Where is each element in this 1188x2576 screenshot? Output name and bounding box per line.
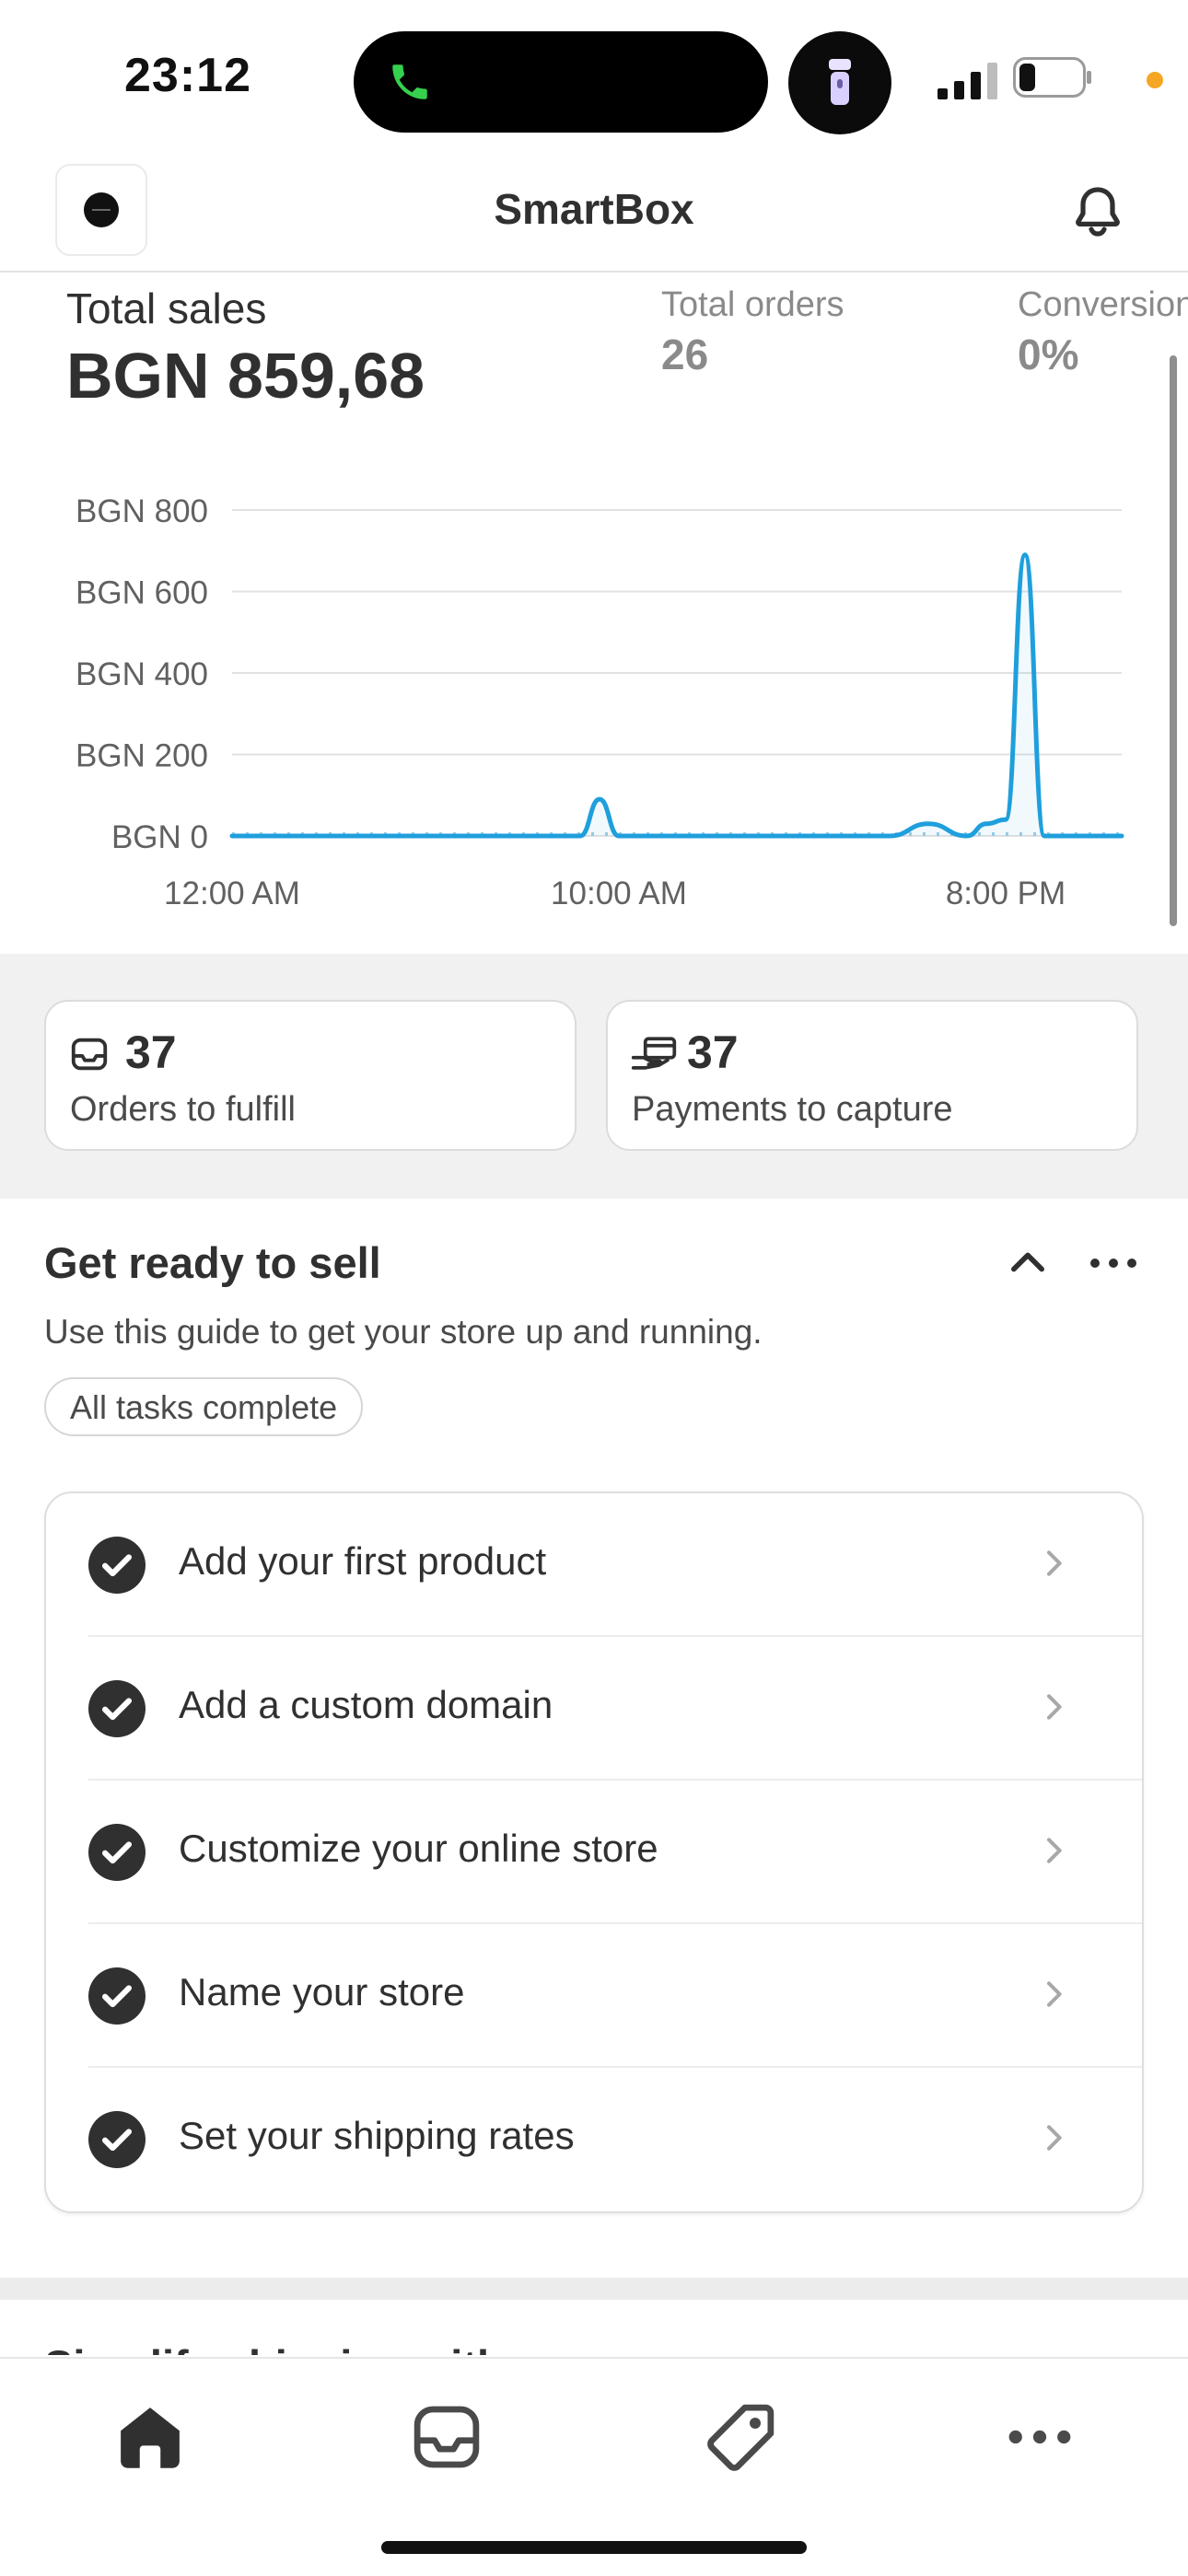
battery-icon	[1013, 57, 1091, 98]
orders-to-fulfill-card[interactable]: 37 Orders to fulfill	[44, 1000, 577, 1151]
dynamic-island[interactable]	[354, 31, 768, 133]
check-circle-icon	[88, 1680, 146, 1737]
chevron-right-icon	[1047, 1694, 1062, 1720]
total-sales-value: BGN 859,68	[66, 340, 425, 412]
task-label: Add a custom domain	[179, 1683, 553, 1726]
total-sales-label: Total sales	[66, 284, 267, 332]
home-icon[interactable]	[109, 2396, 192, 2478]
chevron-right-icon	[1047, 1550, 1062, 1576]
payments-to-capture-label: Payments to capture	[632, 1090, 953, 1129]
more-options-icon[interactable]	[1087, 1247, 1140, 1280]
app-header: SmartBox	[0, 157, 1188, 273]
task-label: Add your first product	[179, 1539, 547, 1583]
sales-overview[interactable]: Total sales BGN 859,68 Total orders 26 C…	[0, 273, 1188, 954]
y-tick-label: BGN 600	[76, 575, 208, 611]
more-icon[interactable]	[998, 2396, 1081, 2478]
tag-icon[interactable]	[700, 2396, 783, 2478]
task-item-customize-online-store[interactable]: Customize your online store	[46, 1781, 1142, 1924]
task-item-add-first-product[interactable]: Add your first product	[46, 1493, 1142, 1637]
check-circle-icon	[88, 1537, 146, 1594]
inbox-icon[interactable]	[405, 2396, 488, 2478]
y-tick-label: BGN 200	[76, 738, 208, 774]
hand-card-icon	[631, 1037, 677, 1070]
setup-guide-section: Get ready to sell Use this guide to get …	[0, 1199, 1188, 2276]
y-tick-label: BGN 400	[76, 656, 208, 692]
task-label: Name your store	[179, 1970, 465, 2013]
task-item-set-shipping-rates[interactable]: Set your shipping rates	[46, 2068, 1142, 2211]
series-area	[232, 554, 1122, 836]
x-tick-label: 8:00 PM	[946, 876, 1066, 911]
orders-to-fulfill-label: Orders to fulfill	[70, 1090, 296, 1129]
bell-icon[interactable]	[1068, 182, 1127, 241]
next-section-title: Simplify shipping with	[44, 2340, 504, 2355]
series-line	[229, 552, 1124, 839]
task-item-name-store[interactable]: Name your store	[46, 1924, 1142, 2068]
check-circle-icon	[88, 2111, 146, 2168]
tasks-status-badge: All tasks complete	[44, 1377, 364, 1436]
total-orders-label: Total orders	[661, 285, 844, 324]
inbox-icon	[71, 1038, 108, 1071]
flashlight-indicator[interactable]	[788, 31, 891, 134]
conversion-label: Conversion	[1018, 285, 1188, 324]
x-tick-label: 10:00 AM	[551, 876, 687, 911]
setup-guide-description: Use this guide to get your store up and …	[44, 1313, 763, 1351]
x-tick-label: 12:00 AM	[164, 876, 300, 911]
chevron-up-icon[interactable]	[1004, 1239, 1052, 1287]
y-tick-label: BGN 800	[76, 493, 208, 529]
chevron-right-icon	[1047, 2125, 1062, 2151]
payments-to-capture-card[interactable]: 37 Payments to capture	[606, 1000, 1138, 1151]
task-label: Customize your online store	[179, 1827, 658, 1870]
section-divider	[0, 2278, 1188, 2300]
status-bar: 23:12	[0, 0, 1188, 157]
check-circle-icon	[88, 1824, 146, 1881]
flashlight-icon	[829, 59, 851, 105]
total-orders-value: 26	[661, 331, 709, 378]
status-time: 23:12	[124, 49, 251, 102]
payments-to-capture-count: 37	[687, 1027, 739, 1078]
y-tick-label: BGN 0	[111, 819, 208, 855]
check-circle-icon	[88, 1967, 146, 2025]
task-item-add-custom-domain[interactable]: Add a custom domain	[46, 1637, 1142, 1781]
privacy-indicator	[1147, 72, 1163, 88]
home-indicator[interactable]	[381, 2541, 807, 2554]
app-title: SmartBox	[494, 185, 694, 233]
vertical-scrollbar[interactable]	[1170, 355, 1177, 926]
task-label: Set your shipping rates	[179, 2114, 575, 2157]
cellular-signal-icon	[938, 63, 997, 99]
conversion-value: 0%	[1018, 331, 1079, 378]
chevron-right-icon	[1047, 1981, 1062, 2007]
phone-call-icon	[392, 64, 427, 99]
summary-cards-section: 37 Orders to fulfill 37 Payments to capt…	[0, 954, 1188, 1199]
task-list: Add your first product Add a custom doma…	[44, 1491, 1144, 2213]
setup-guide-title: Get ready to sell	[44, 1238, 381, 1287]
next-section-peek: Simplify shipping with	[0, 2300, 1188, 2355]
sales-chart[interactable]: BGN 800 BGN 600 BGN 400 BGN 200 BGN 0 12:00 A…	[0, 457, 1188, 935]
chevron-right-icon	[1047, 1838, 1062, 1863]
orders-to-fulfill-count: 37	[125, 1027, 177, 1078]
